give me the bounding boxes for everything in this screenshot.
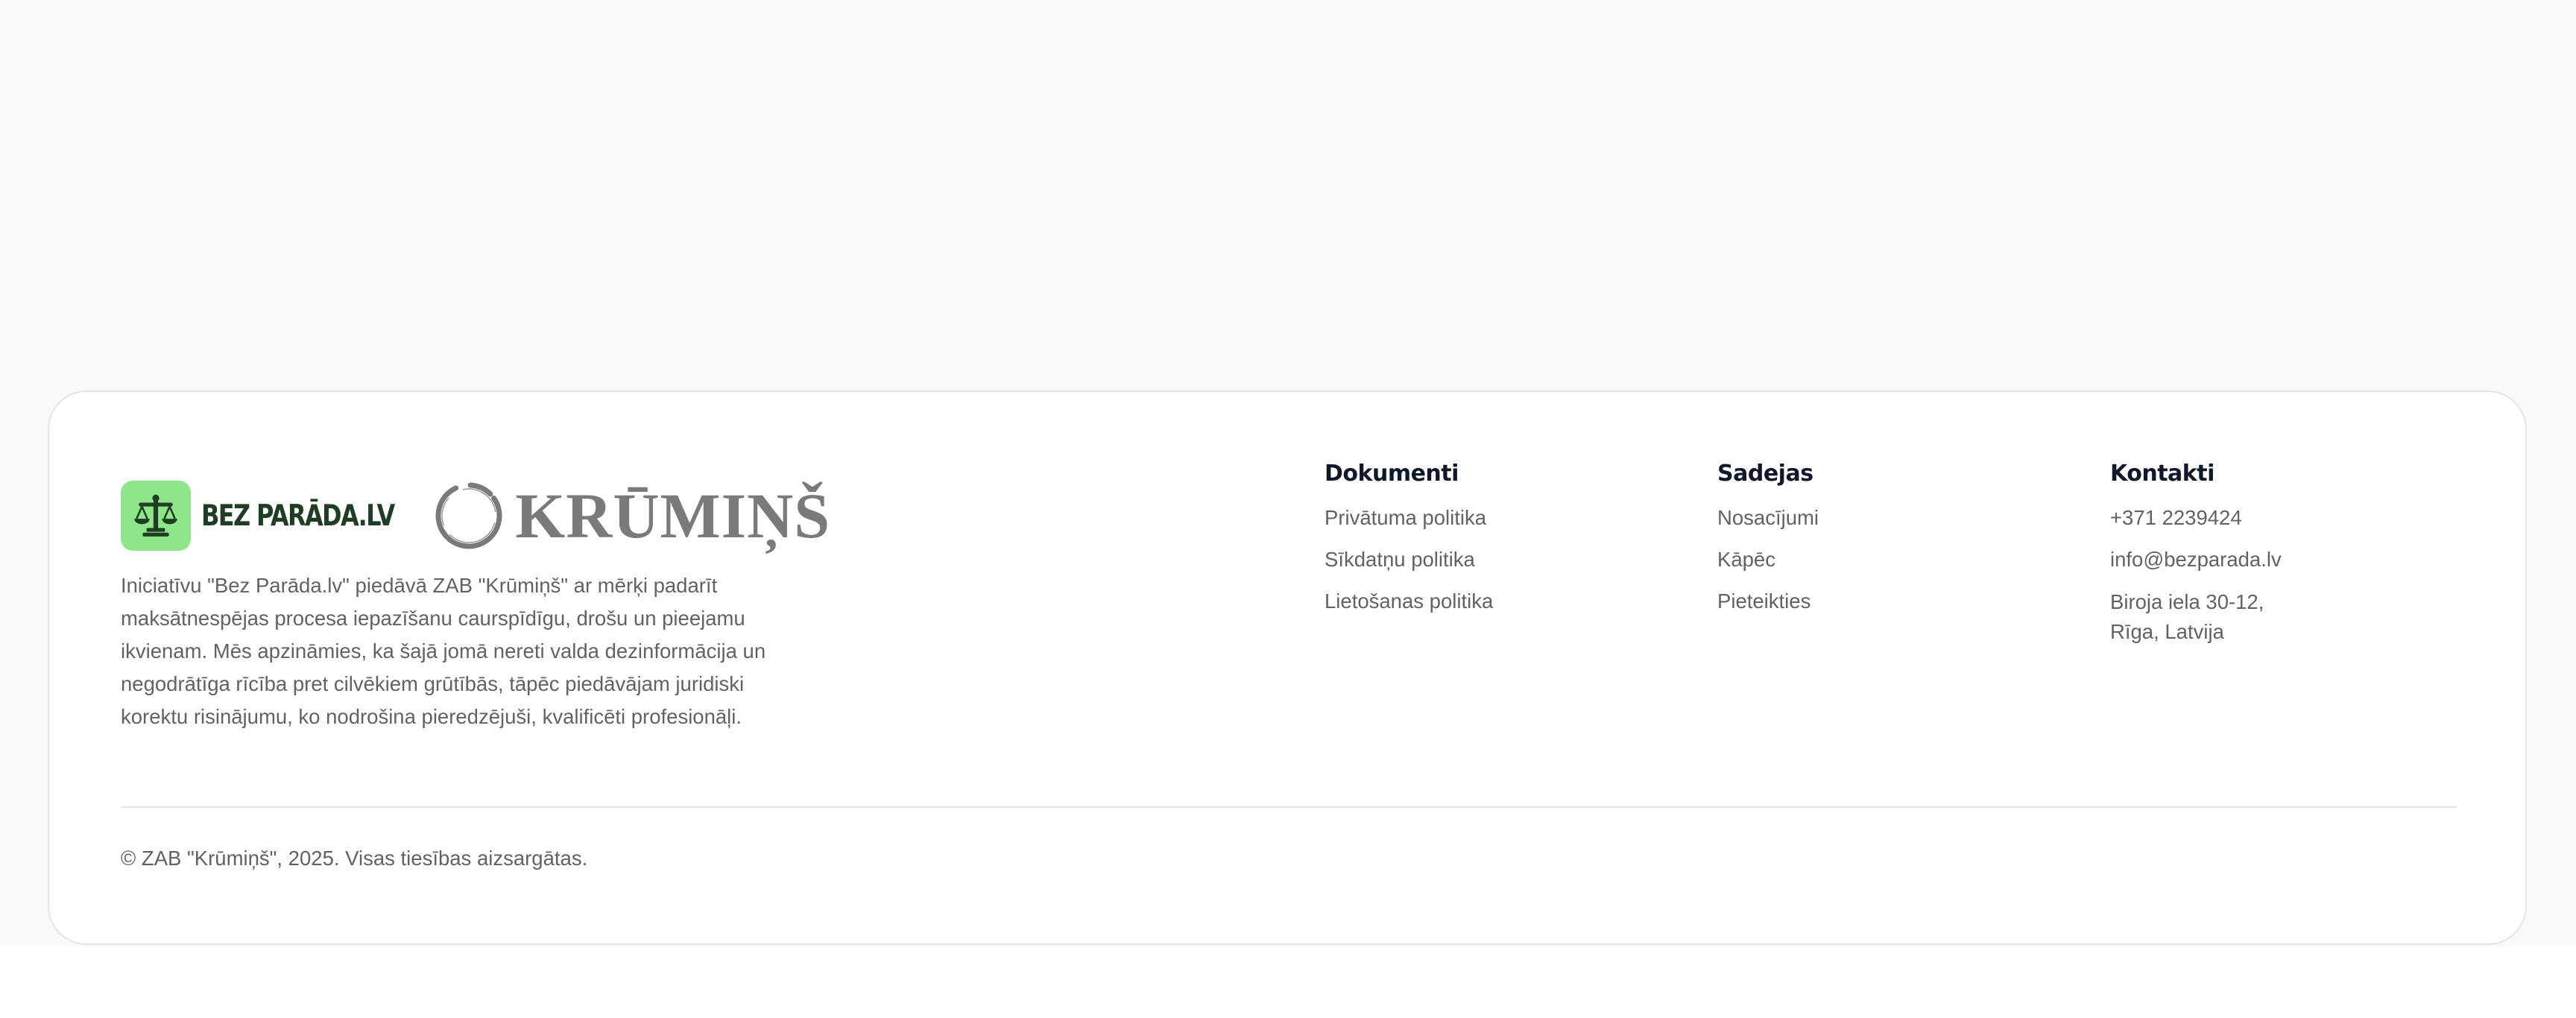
- contact-email-link[interactable]: info@bezparada.lv: [2110, 546, 2282, 573]
- link-privacy-policy[interactable]: Privātuma politika: [1325, 504, 1493, 531]
- link-terms-of-use[interactable]: Lietošanas politika: [1325, 587, 1493, 615]
- footer-link-list: Privātuma politika Sīkdatņu politika Lie…: [1325, 504, 1493, 615]
- footer-column-title: Dokumenti: [1325, 461, 1459, 487]
- footer-divider: [121, 806, 2457, 808]
- address-line-street: Biroja iela 30-12,: [2110, 590, 2264, 613]
- footer-column-dokumenti: Dokumenti Privātuma politika Sīkdatņu po…: [1325, 459, 1493, 629]
- copyright-text: © ZAB "Krūmiņš", 2025. Visas tiesības ai…: [121, 847, 588, 870]
- footer-brand: BEZ PARĀDA.LV KRŪMIŅŠ: [121, 464, 830, 568]
- footer-contact-list: +371 2239424 info@bezparada.lv Biroja ie…: [2110, 504, 2282, 647]
- krumins-ring-icon: [435, 482, 502, 549]
- krumins-logo[interactable]: KRŪMIŅŠ: [435, 478, 830, 553]
- footer-about-text: Iniciatīvu "Bez Parāda.lv" piedāvā ZAB "…: [121, 574, 766, 728]
- site-footer: BEZ PARĀDA.LV KRŪMIŅŠ Iniciatīvu "Bez Pa…: [48, 391, 2527, 945]
- footer-column-kontakti: Kontakti +371 2239424 info@bezparada.lv …: [2110, 459, 2282, 661]
- contact-phone-link[interactable]: +371 2239424: [2110, 504, 2282, 531]
- link-why[interactable]: Kāpēc: [1717, 546, 1819, 573]
- contact-address: Biroja iela 30-12, Rīga, Latvija: [2110, 587, 2282, 647]
- footer-column-sadejas: Sadejas Nosacījumi Kāpēc Pieteikties: [1717, 459, 1819, 629]
- address-line-city: Rīga, Latvija: [2110, 620, 2224, 643]
- link-cookie-policy[interactable]: Sīkdatņu politika: [1325, 546, 1493, 573]
- bezparada-logo[interactable]: BEZ PARĀDA.LV: [121, 480, 436, 551]
- footer-link-list: Nosacījumi Kāpēc Pieteikties: [1717, 504, 1819, 615]
- link-conditions[interactable]: Nosacījumi: [1717, 504, 1819, 531]
- scales-of-justice-icon: [121, 481, 191, 551]
- krumins-wordmark: KRŪMIŅŠ: [515, 480, 831, 551]
- footer-column-title: Kontakti: [2110, 461, 2214, 487]
- bezparada-wordmark: BEZ PARĀDA.LV: [201, 499, 395, 533]
- footer-column-title: Sadejas: [1717, 461, 1813, 487]
- link-apply[interactable]: Pieteikties: [1717, 587, 1819, 615]
